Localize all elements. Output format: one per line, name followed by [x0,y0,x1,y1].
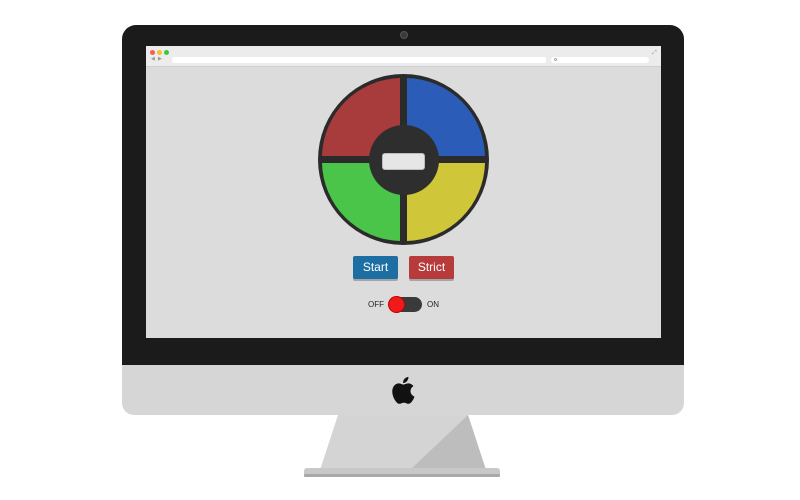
back-arrow-icon[interactable]: ◀ [151,56,155,62]
expand-icon[interactable]: ⤢ [652,50,657,56]
power-on-label: ON [427,300,439,309]
browser-window: ◀ ▶ ⤢ Start Strict OFF ON [146,46,661,338]
power-toggle-knob[interactable] [389,297,404,312]
close-window-button[interactable] [150,50,155,55]
strict-button[interactable]: Strict [409,256,454,279]
count-display [382,153,425,170]
forward-arrow-icon[interactable]: ▶ [158,56,162,62]
search-input[interactable] [551,57,649,63]
maximize-window-button[interactable] [164,50,169,55]
apple-icon [392,376,415,404]
power-off-label: OFF [368,300,384,309]
search-icon [554,58,557,61]
address-bar[interactable] [172,57,546,63]
webcam-icon [400,31,408,39]
minimize-window-button[interactable] [157,50,162,55]
start-button[interactable]: Start [353,256,398,279]
browser-toolbar: ◀ ▶ ⤢ [146,46,661,67]
